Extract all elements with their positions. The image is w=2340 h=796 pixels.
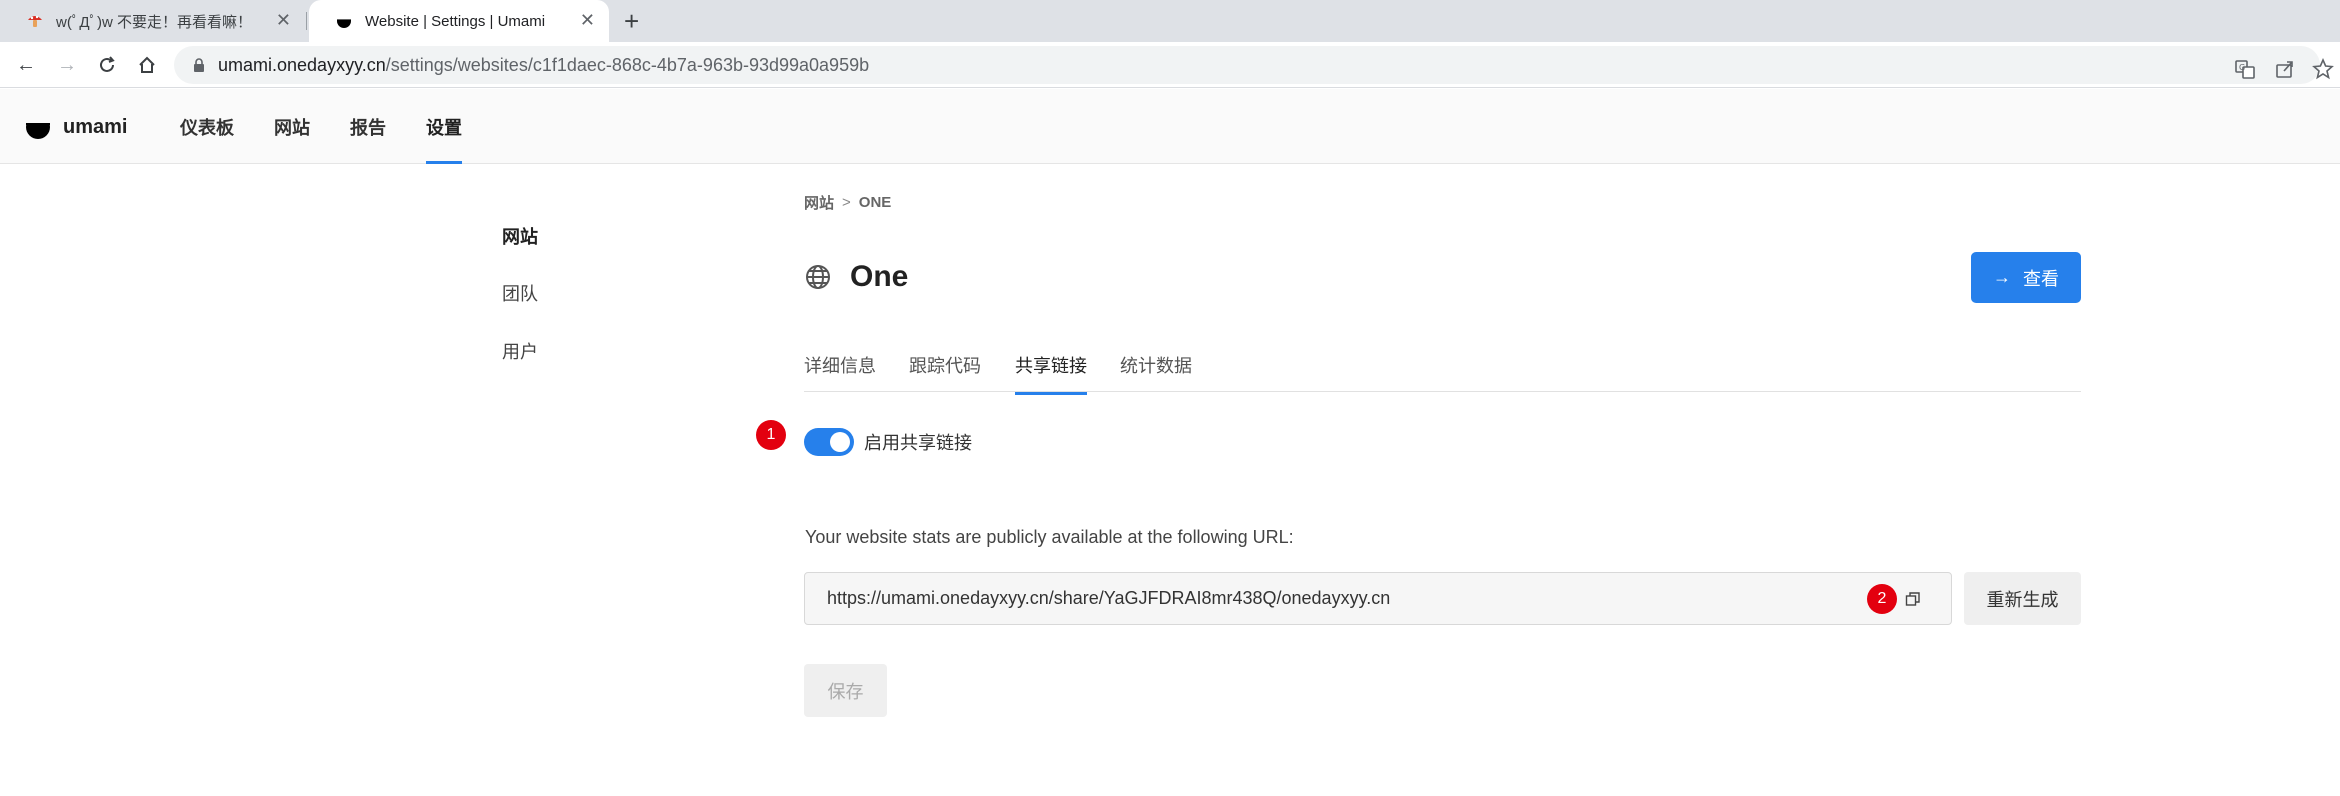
tab-separator: [306, 12, 307, 30]
new-tab-icon[interactable]: +: [624, 6, 639, 36]
share-url-value[interactable]: https://umami.onedayxyy.cn/share/YaGJFDR…: [827, 588, 1390, 609]
share-toggle-row: 启用共享链接: [804, 428, 972, 456]
tab-details[interactable]: 详细信息: [804, 352, 876, 392]
view-button-label: 查看: [2023, 268, 2059, 289]
umami-favicon-icon: [337, 14, 351, 28]
website-name: One: [850, 260, 909, 293]
app-logo[interactable]: umami: [25, 114, 127, 140]
nav-websites[interactable]: 网站: [274, 89, 310, 164]
view-button[interactable]: → 查看: [1971, 252, 2081, 303]
globe-icon: [806, 265, 830, 289]
home-icon[interactable]: [135, 53, 159, 77]
sidebar-item-websites[interactable]: 网站: [502, 223, 538, 249]
copy-icon[interactable]: [1905, 591, 1921, 607]
address-bar[interactable]: umami.onedayxyy.cn/settings/websites/c1f…: [174, 46, 2334, 84]
nav-dashboard[interactable]: 仪表板: [180, 89, 234, 164]
sidebar-item-teams[interactable]: 团队: [502, 280, 538, 306]
save-button[interactable]: 保存: [804, 664, 887, 717]
nav-settings[interactable]: 设置: [426, 89, 462, 164]
annotation-marker-2: 2: [1867, 584, 1897, 614]
arrow-right-icon: →: [1993, 267, 2011, 287]
chevron-right-icon: >: [842, 194, 851, 211]
reload-icon[interactable]: [95, 53, 119, 77]
forward-icon[interactable]: →: [55, 53, 79, 77]
share-description: Your website stats are publicly availabl…: [805, 527, 1294, 547]
back-icon[interactable]: ←: [14, 53, 38, 77]
tab-share-url[interactable]: 共享链接: [1015, 352, 1087, 395]
share-url-field[interactable]: https://umami.onedayxyy.cn/share/YaGJFDR…: [804, 572, 1952, 625]
toggle-knob: [830, 432, 850, 452]
mushroom-favicon-icon: [28, 15, 42, 27]
breadcrumb: 网站 > ONE: [804, 192, 891, 213]
address-url: umami.onedayxyy.cn/settings/websites/c1f…: [218, 55, 869, 76]
annotation-marker-1: 1: [756, 420, 786, 450]
translate-icon[interactable]: G: [2234, 58, 2256, 80]
address-host: umami.onedayxyy.cn: [218, 54, 386, 75]
browser-tab-blog[interactable]: w(ﾟДﾟ)w 不要走！再看看嘛！ ✕: [0, 0, 305, 42]
logo-text: umami: [63, 115, 128, 138]
breadcrumb-current: ONE: [858, 194, 892, 211]
share-url-toggle[interactable]: [804, 428, 854, 456]
main-nav: 仪表板 网站 报告 设置: [180, 89, 502, 164]
address-path: /settings/websites/c1f1daec-868c-4b7a-96…: [385, 54, 870, 75]
share-icon[interactable]: [2274, 58, 2296, 80]
nav-reports[interactable]: 报告: [350, 89, 386, 164]
app-header: umami 仪表板 网站 报告 设置: [0, 89, 2340, 164]
share-toggle-label: 启用共享链接: [864, 433, 972, 453]
tab-title: w(ﾟДﾟ)w 不要走！再看看嘛！: [56, 13, 252, 31]
umami-logo-icon: [25, 114, 51, 139]
close-tab-icon[interactable]: ✕: [276, 10, 291, 30]
tab-title: Website | Settings | Umami: [365, 12, 546, 30]
browser-toolbar: ← → umami.onedayxyy.cn/settings/websites…: [0, 42, 2340, 88]
svg-text:G: G: [2239, 63, 2245, 72]
breadcrumb-parent[interactable]: 网站: [804, 192, 834, 213]
browser-tab-strip: w(ﾟДﾟ)w 不要走！再看看嘛！ ✕ Website | Settings |…: [0, 0, 2340, 42]
lock-icon: [194, 58, 204, 72]
regenerate-button[interactable]: 重新生成: [1964, 572, 2081, 625]
settings-tabs: 详细信息 跟踪代码 共享链接 统计数据: [804, 340, 2081, 395]
sidebar-item-users[interactable]: 用户: [502, 338, 538, 364]
page-title: One: [804, 260, 908, 294]
close-tab-icon[interactable]: ✕: [580, 10, 595, 30]
browser-tab-umami[interactable]: Website | Settings | Umami ✕: [309, 0, 609, 42]
tab-tracking-code[interactable]: 跟踪代码: [909, 352, 981, 392]
bookmark-star-icon[interactable]: [2312, 58, 2334, 80]
tab-data[interactable]: 统计数据: [1120, 352, 1192, 392]
